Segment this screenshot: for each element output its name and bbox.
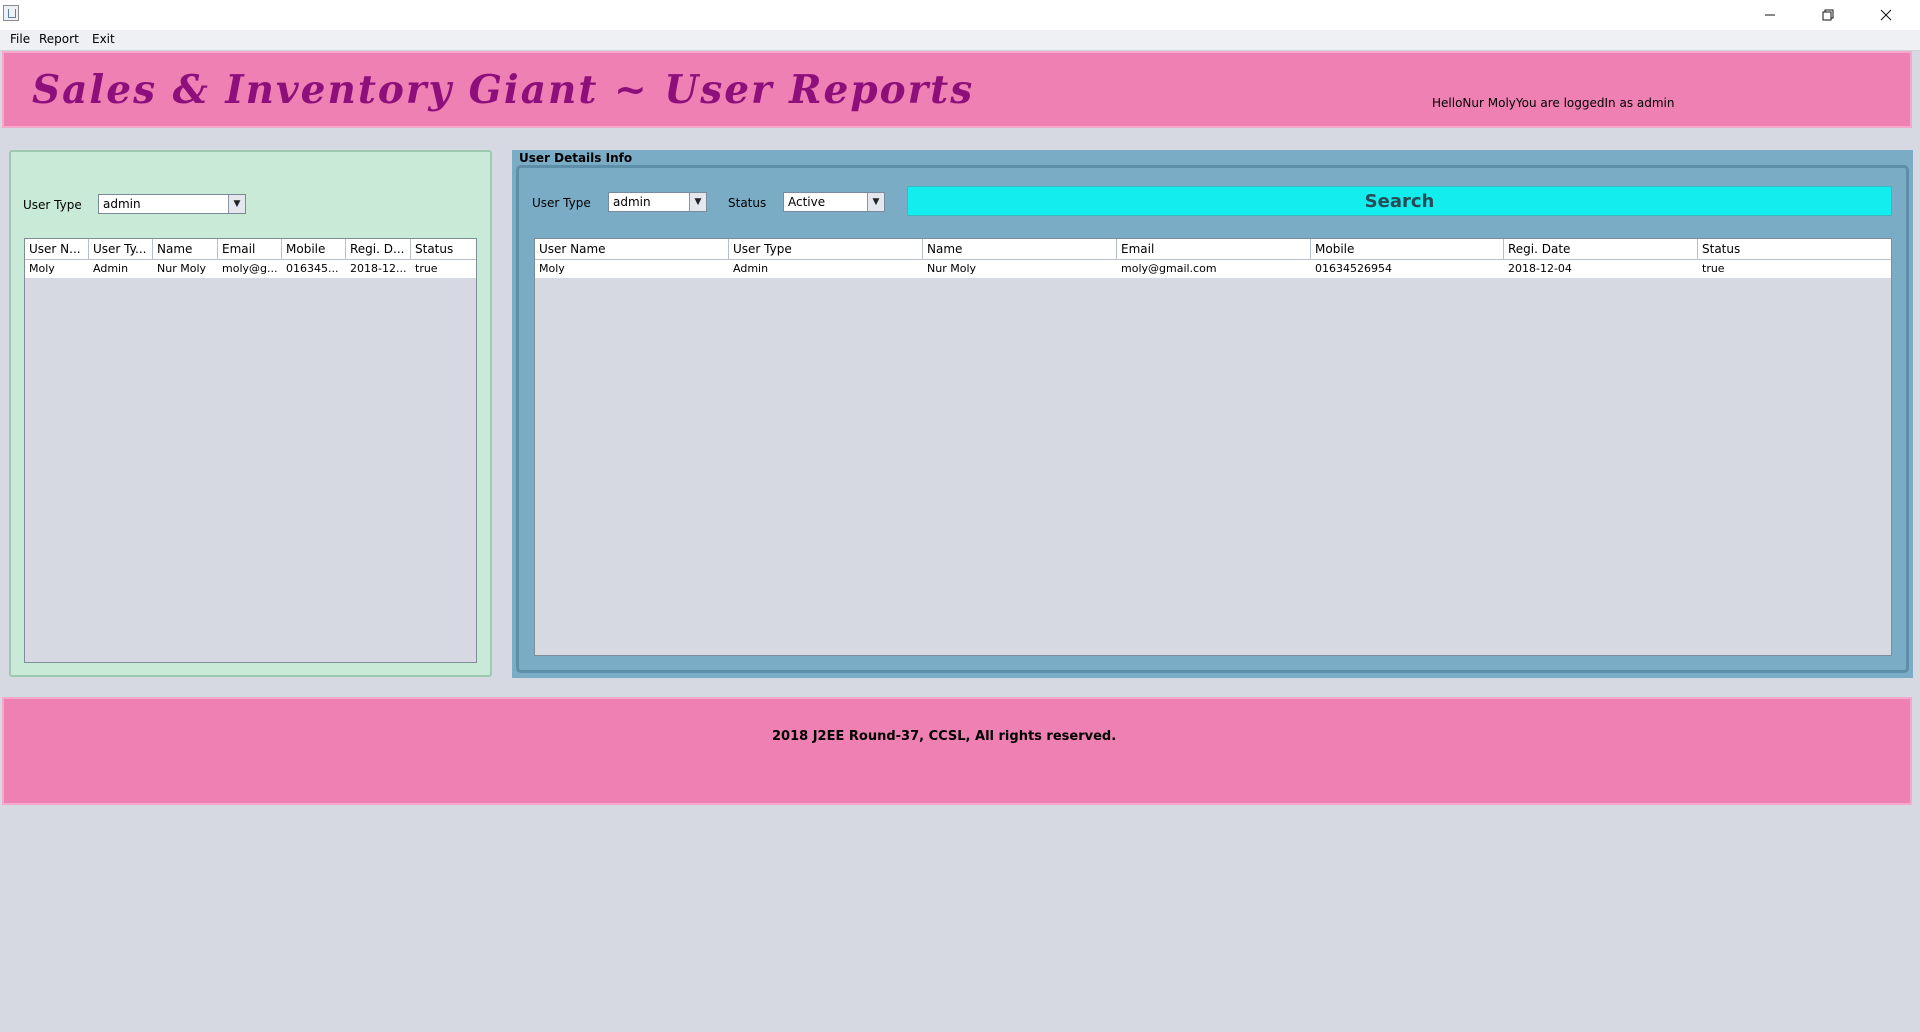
user-type-combo[interactable]: admin ▼	[608, 192, 707, 212]
restore-icon[interactable]	[1799, 0, 1857, 30]
table-row[interactable]: Moly Admin Nur Moly moly@g... 016345... …	[25, 260, 476, 278]
left-user-table[interactable]: User N... User Ty... Name Email Mobile R…	[24, 238, 477, 663]
table-cell: Moly	[539, 262, 565, 275]
column-header[interactable]: User Name	[535, 239, 729, 259]
chevron-down-icon[interactable]: ▼	[689, 193, 706, 211]
table-cell: true	[415, 262, 438, 275]
column-header[interactable]: Mobile	[1311, 239, 1504, 259]
table-cell: Nur Moly	[157, 262, 207, 275]
left-filter-panel: User Type admin ▼ User N... User Ty... N…	[9, 150, 492, 677]
chevron-down-icon[interactable]: ▼	[867, 193, 884, 211]
user-type-value: admin	[103, 197, 141, 211]
column-header[interactable]: User N...	[25, 239, 89, 259]
column-header[interactable]: Mobile	[282, 239, 346, 259]
chevron-down-icon[interactable]: ▼	[228, 195, 245, 213]
copyright-text: 2018 J2EE Round-37, CCSL, All rights res…	[772, 729, 1117, 744]
status-label: Status	[728, 196, 767, 210]
footer-panel: 2018 J2EE Round-37, CCSL, All rights res…	[2, 697, 1912, 805]
close-icon[interactable]	[1857, 0, 1915, 30]
menu-exit[interactable]: Exit	[92, 32, 115, 46]
status-value: Active	[788, 195, 826, 209]
table-cell: 2018-12-04	[1508, 262, 1572, 275]
table-cell: 016345...	[286, 262, 339, 275]
search-button[interactable]: Search	[907, 186, 1892, 216]
column-header[interactable]: Regi. D...	[346, 239, 411, 259]
user-type-label: User Type	[23, 198, 82, 212]
column-header[interactable]: Status	[411, 239, 476, 259]
panel-title: User Details Info	[519, 151, 633, 165]
column-header[interactable]: Name	[153, 239, 218, 259]
login-status-text: HelloNur MolyYou are loggedIn as admin	[1432, 96, 1675, 110]
user-type-label: User Type	[532, 196, 591, 210]
column-header[interactable]: Status	[1698, 239, 1891, 259]
table-cell: moly@g...	[222, 262, 278, 275]
table-cell: Admin	[733, 262, 769, 275]
menu-report[interactable]: Report	[39, 32, 79, 46]
table-cell: 01634526954	[1315, 262, 1392, 275]
column-header[interactable]: User Ty...	[89, 239, 153, 259]
table-header: User N... User Ty... Name Email Mobile R…	[25, 239, 476, 260]
menu-file[interactable]: File	[10, 32, 30, 46]
table-cell: moly@gmail.com	[1121, 262, 1217, 275]
column-header[interactable]: Name	[923, 239, 1117, 259]
menu-bar: File Report Exit	[0, 30, 1920, 51]
table-header: User Name User Type Name Email Mobile Re…	[535, 239, 1891, 260]
table-cell: Nur Moly	[927, 262, 977, 275]
column-header[interactable]: Regi. Date	[1504, 239, 1698, 259]
column-header[interactable]: Email	[218, 239, 282, 259]
table-cell: Admin	[93, 262, 129, 275]
table-row[interactable]: Moly Admin Nur Moly moly@gmail.com 01634…	[535, 260, 1891, 278]
app-title: Sales & Inventory Giant ~ User Reports	[32, 67, 975, 113]
java-app-icon	[3, 5, 19, 21]
user-type-combo[interactable]: admin ▼	[98, 194, 246, 214]
minimize-icon[interactable]	[1741, 0, 1799, 30]
header-panel: Sales & Inventory Giant ~ User Reports H…	[2, 51, 1912, 128]
table-cell: true	[1702, 262, 1725, 275]
window-title-bar	[0, 0, 1920, 30]
column-header[interactable]: User Type	[729, 239, 923, 259]
column-header[interactable]: Email	[1117, 239, 1311, 259]
table-cell: 2018-12...	[350, 262, 407, 275]
user-details-table[interactable]: User Name User Type Name Email Mobile Re…	[534, 238, 1892, 656]
table-cell: Moly	[29, 262, 55, 275]
user-type-value: admin	[613, 195, 651, 209]
status-combo[interactable]: Active ▼	[783, 192, 885, 212]
